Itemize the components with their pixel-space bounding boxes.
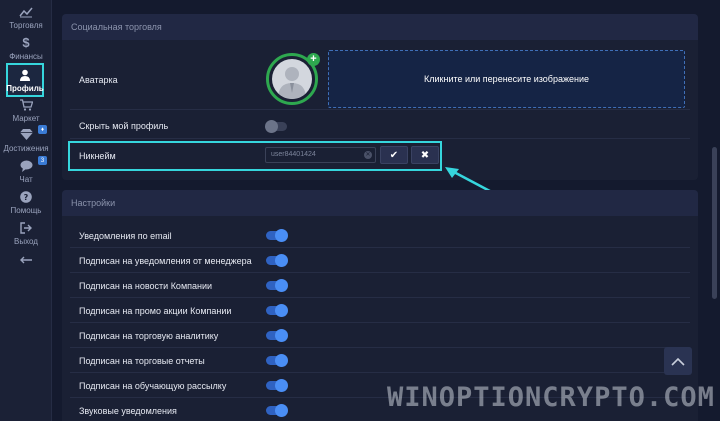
chat-badge: 3 (38, 156, 47, 165)
settings-row: Подписан на торговую аналитику (70, 323, 690, 348)
confirm-nickname-button[interactable]: ✔ (380, 146, 408, 164)
nickname-input[interactable]: user84401424 ✕ (265, 147, 376, 163)
settings-item-label: Подписан на уведомления от менеджера (79, 256, 252, 266)
sidebar-item-label: Достижения (3, 143, 49, 153)
sidebar-item-label: Профиль (6, 83, 44, 93)
sidebar-item-achievements[interactable]: ♦ Достижения (0, 125, 52, 155)
settings-item-label: Подписан на торговую аналитику (79, 331, 219, 341)
chat-icon (19, 159, 33, 173)
email-notifications-toggle[interactable] (266, 229, 288, 242)
scroll-to-top-button[interactable] (664, 347, 692, 375)
settings-row: Подписан на новости Компании (70, 273, 690, 298)
manager-notifications-toggle[interactable] (266, 254, 288, 267)
settings-row: Подписан на торговые отчеты (70, 348, 690, 373)
settings-item-label: Уведомления по email (79, 231, 172, 241)
cancel-nickname-button[interactable]: ✖ (411, 146, 439, 164)
sound-notifications-toggle[interactable] (266, 404, 288, 417)
avatar-upload-dropzone[interactable]: Кликните или перенесите изображение (328, 50, 685, 108)
avatar-label: Аватарка (79, 75, 118, 85)
avatar-placeholder-icon (272, 59, 312, 99)
collapse-sidebar-button[interactable] (0, 246, 52, 276)
settings-item-label: Подписан на промо акции Компании (79, 306, 232, 316)
help-icon: ? (19, 190, 33, 204)
settings-title: Настройки (62, 190, 698, 216)
social-trading-title: Социальная торговля (62, 14, 698, 40)
sidebar-item-label: Финансы (9, 51, 43, 61)
dollar-icon: $ (22, 35, 30, 50)
chart-line-icon (19, 5, 33, 19)
sidebar: Торговля $ Финансы Профиль Маркет ♦ Дост… (0, 0, 52, 421)
sidebar-item-label: Маркет (12, 113, 40, 123)
arrow-left-icon (19, 253, 33, 267)
dropzone-text: Кликните или перенесите изображение (424, 74, 589, 84)
trading-reports-toggle[interactable] (266, 354, 288, 367)
hide-profile-label: Скрыть мой профиль (79, 121, 169, 131)
achievements-badge: ♦ (38, 125, 47, 134)
settings-row: Подписан на уведомления от менеджера (70, 248, 690, 273)
svg-text:?: ? (24, 193, 29, 202)
scrollbar[interactable] (711, 0, 718, 421)
settings-row: Подписан на промо акции Компании (70, 298, 690, 323)
sidebar-item-finance[interactable]: $ Финансы (0, 33, 52, 63)
sidebar-item-label: Чат (19, 174, 33, 184)
clear-input-icon[interactable]: ✕ (364, 151, 372, 159)
hide-profile-row: Скрыть мой профиль (70, 113, 690, 139)
company-news-toggle[interactable] (266, 279, 288, 292)
trading-analytics-toggle[interactable] (266, 329, 288, 342)
chevron-up-icon (671, 357, 685, 366)
close-icon: ✖ (420, 149, 430, 161)
sidebar-item-logout[interactable]: Выход (0, 218, 52, 248)
sidebar-item-chat[interactable]: 3 Чат (0, 156, 52, 186)
education-mailing-toggle[interactable] (266, 379, 288, 392)
promo-toggle[interactable] (266, 304, 288, 317)
settings-item-label: Подписан на торговые отчеты (79, 356, 205, 366)
hide-profile-toggle[interactable] (265, 120, 287, 133)
settings-item-label: Подписан на обучающую рассылку (79, 381, 227, 391)
settings-item-label: Звуковые уведомления (79, 406, 177, 416)
avatar[interactable]: + (266, 53, 320, 105)
diamond-icon (19, 128, 33, 142)
settings-item-label: Подписан на новости Компании (79, 281, 213, 291)
sidebar-item-help[interactable]: ? Помощь (0, 187, 52, 217)
sidebar-item-label: Помощь (10, 205, 42, 215)
check-icon: ✔ (389, 149, 399, 161)
sidebar-item-trading[interactable]: Торговля (0, 2, 52, 32)
sidebar-item-market[interactable]: Маркет (0, 95, 52, 125)
sidebar-item-label: Торговля (9, 20, 43, 30)
settings-row: Уведомления по email (70, 223, 690, 248)
user-icon (18, 68, 32, 82)
sidebar-item-label: Выход (14, 236, 38, 246)
cart-icon (19, 98, 33, 112)
watermark: WINOPTIONCRYPTO.COM (387, 382, 715, 413)
nickname-value: user84401424 (271, 151, 316, 158)
sidebar-item-profile[interactable]: Профиль (6, 63, 44, 97)
logout-icon (19, 221, 33, 235)
add-avatar-icon[interactable]: + (307, 53, 320, 66)
scroll-thumb[interactable] (712, 147, 717, 299)
